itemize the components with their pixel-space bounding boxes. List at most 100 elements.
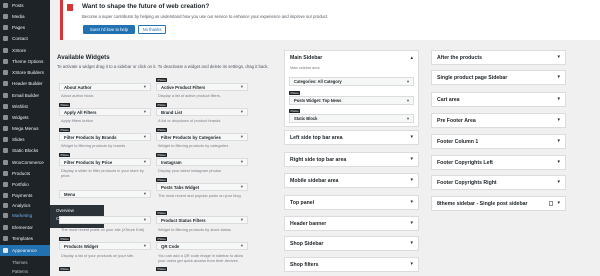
sidebar-top-panel[interactable]: Top panel ▾	[284, 195, 419, 210]
caret-down-icon: ▾	[410, 220, 413, 226]
widget-recent-posts[interactable]: ▾	[59, 216, 151, 224]
widget-product-status-filters[interactable]: Product Status Filters ▾	[156, 216, 248, 224]
available-widgets-description: To activate a widget drag it to a sideba…	[57, 64, 269, 69]
main-sidebar-widget-posts[interactable]: Posts Widget: Top News ▾	[289, 96, 414, 105]
sidebar-footer-copyrights-right[interactable]: Footer Copyrights Right ▾	[431, 175, 566, 190]
posts-icon	[3, 3, 8, 8]
widget-filter-products-by-price[interactable]: Filter Products by Price ▾	[59, 158, 151, 166]
payments-icon	[3, 193, 8, 198]
static-blocks-icon	[3, 148, 8, 153]
templates-icon	[3, 236, 8, 241]
main-sidebar-title[interactable]: Main Sidebar	[290, 55, 322, 61]
menu-item-contact[interactable]: Contact	[0, 33, 50, 44]
widget-menu[interactable]: Menu ▾	[59, 190, 151, 198]
menu-item-static-blocks[interactable]: Static Blocks	[0, 145, 50, 156]
caret-down-icon: ▾	[240, 83, 243, 89]
caret-down-icon: ▾	[143, 190, 146, 196]
portfolio-icon	[3, 182, 8, 187]
widget-description: Display a slider to filter products in y…	[61, 168, 144, 178]
submenu-item-patterns[interactable]: Patterns	[0, 266, 50, 276]
widget-description: Display your latest Instagram photos	[158, 168, 221, 173]
menu-item-xstore-builders[interactable]: XStore Builders	[0, 67, 50, 78]
flyout-item-overview[interactable]: Overview	[56, 208, 98, 216]
widget-description: Widget to filtering products by brands	[61, 143, 126, 148]
sidebar-cart-area[interactable]: Cart area ▾	[431, 92, 566, 107]
widget-instagram[interactable]: Instagram ▾	[156, 158, 248, 166]
xstore-badge: XStore	[59, 237, 70, 241]
widget-active-product-filters[interactable]: Active Product Filters ▾	[156, 83, 248, 91]
widget-description: About author block	[61, 93, 94, 98]
widget-brand-list[interactable]: Brand List ▾	[156, 108, 248, 116]
widget-qr-code[interactable]: QR Code ▾	[156, 242, 248, 250]
widget-filter-products-by-categories[interactable]: Filter Products by Categories ▾	[156, 133, 248, 141]
menu-item-widgets[interactable]: Widgets	[0, 112, 50, 123]
trash-icon[interactable]	[549, 201, 554, 206]
heart-icon	[3, 104, 8, 109]
widget-apply-all-filters[interactable]: Apply All Filters ▾	[59, 108, 151, 116]
menu-item-theme-options[interactable]: Theme Options	[0, 56, 50, 67]
sidebar-shop[interactable]: Shop Sidebar ▾	[284, 236, 419, 251]
widget-filter-products-by-brands[interactable]: Filter Products by Brands ▾	[59, 133, 151, 141]
widget-about-author[interactable]: About Author ▾	[59, 83, 151, 91]
sidebar-header-banner[interactable]: Header banner ▾	[284, 216, 419, 231]
menu-item-wishlist[interactable]: Wishlist	[0, 101, 50, 112]
accept-help-button[interactable]: Sure! I'd love to help	[83, 25, 135, 34]
caret-down-icon: ▾	[557, 74, 560, 80]
sidebar-footer-column-1[interactable]: Footer Column 1 ▾	[431, 134, 566, 149]
slides-icon	[3, 137, 8, 142]
menu-item-slides[interactable]: Slides	[0, 134, 50, 145]
widget-products-widget[interactable]: Products Widget ▾	[59, 242, 151, 250]
menu-item-posts[interactable]: Posts	[0, 0, 50, 11]
caret-down-icon: ▾	[240, 108, 243, 114]
menu-item-marketing[interactable]: Marketing	[0, 210, 50, 221]
main-sidebar-widget-static-block[interactable]: Static Block ▾	[289, 114, 414, 123]
sidebar-8theme-single-post[interactable]: 8theme sidebar - Single post sidebar ▾	[431, 196, 566, 211]
header-builder-icon	[3, 81, 8, 86]
menu-item-elementor[interactable]: Elementor	[0, 222, 50, 233]
menu-item-media[interactable]: Media	[0, 11, 50, 22]
menu-item-header-builder[interactable]: Header Builder	[0, 78, 50, 89]
admin-sidebar: Posts Media Pages Contact XStore Theme O…	[0, 0, 50, 276]
caret-up-icon[interactable]: ▴	[410, 55, 413, 61]
menu-item-woocommerce[interactable]: WooCommerce	[0, 157, 50, 168]
menu-item-mega-menus[interactable]: Mega Menus	[0, 123, 50, 134]
main-sidebar-description: Main sidebar area	[290, 66, 320, 70]
notice-title: Want to shape the future of web creation…	[82, 3, 210, 10]
sidebar-footer-copyrights-left[interactable]: Footer Copyrights Left ▾	[431, 155, 566, 170]
elementor-icon	[3, 225, 8, 230]
sidebar-right-side-top-bar[interactable]: Right side top bar area ▾	[284, 152, 419, 167]
sidebar-after-the-products[interactable]: After the products ▾	[431, 50, 566, 65]
xstore-badge: XStore	[289, 91, 300, 95]
menu-item-pages[interactable]: Pages	[0, 22, 50, 33]
widget-posts-tabs[interactable]: Posts Tabs Widget ▾	[156, 183, 248, 191]
widget-description: Display a list of active product filters…	[158, 93, 221, 98]
menu-item-products[interactable]: Products	[0, 168, 50, 179]
menu-item-appearance[interactable]: Appearance	[0, 245, 50, 256]
xstore-badge: XStore	[156, 128, 167, 132]
caret-down-icon: ▾	[143, 158, 146, 164]
caret-down-icon: ▾	[410, 199, 413, 205]
sidebar-single-product-page[interactable]: Single product page Sidebar ▾	[431, 70, 566, 85]
sidebar-mobile[interactable]: Mobile sidebar area ▾	[284, 173, 419, 188]
xstore-badge: XStore	[156, 178, 167, 182]
menu-item-templates[interactable]: Templates	[0, 233, 50, 244]
widget-description: Apply filters button	[61, 118, 94, 123]
builders-icon	[3, 70, 8, 75]
main-sidebar-widget-categories[interactable]: Categories: All Category ▾	[289, 77, 414, 86]
sidebar-pre-footer-area[interactable]: Pre Footer Area ▾	[431, 113, 566, 128]
no-thanks-button[interactable]: No thanks	[138, 25, 166, 34]
menu-item-xstore[interactable]: XStore	[0, 45, 50, 56]
widget-description: Widget to filtering products by stock st…	[158, 227, 231, 232]
sidebar-left-side-top-bar[interactable]: Left side top bar area ▾	[284, 130, 419, 145]
caret-down-icon: ▾	[557, 117, 560, 123]
widget-description: The most recent posts on your site (XSto…	[61, 227, 145, 232]
xstore-badge: XStore	[156, 103, 167, 107]
xstore-badge: XStore	[156, 267, 167, 271]
notice-description: Become a super contributor by helping us…	[82, 14, 329, 19]
caret-down-icon: ▾	[557, 96, 560, 102]
sidebar-shop-filters[interactable]: Shop filters ▾	[284, 257, 419, 272]
xstore-badge: XStore	[156, 153, 167, 157]
menu-item-email-builder[interactable]: Email Builder	[0, 90, 50, 101]
caret-down-icon: ▾	[406, 115, 409, 121]
menu-item-portfolio[interactable]: Portfolio	[0, 179, 50, 190]
